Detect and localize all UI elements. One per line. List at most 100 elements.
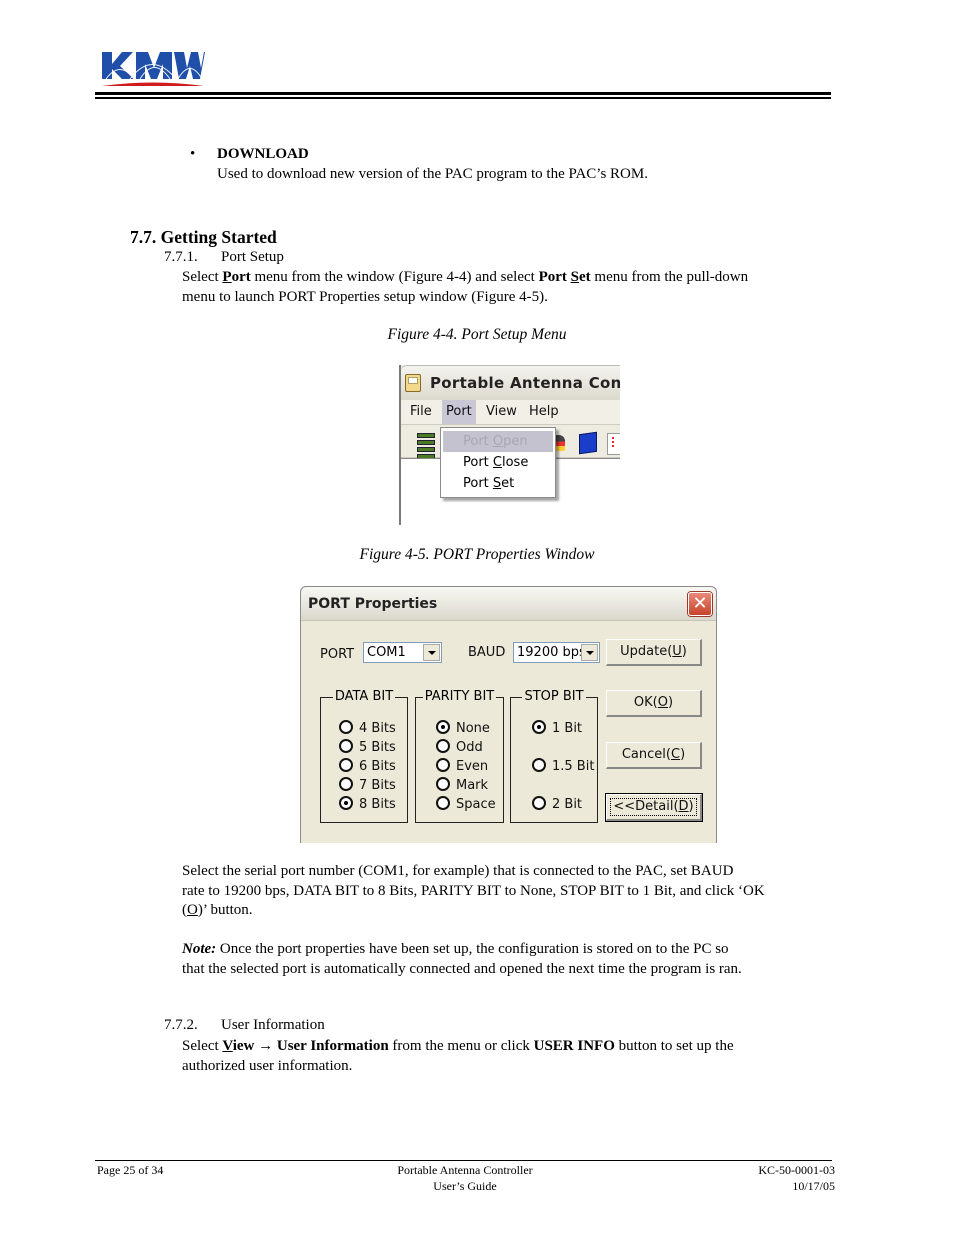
radio-button-selected[interactable] [532, 720, 546, 734]
radio-label: 1 Bit [552, 721, 583, 736]
radio-data-4-bits[interactable]: 4 Bits [339, 720, 396, 736]
menu-help[interactable]: Help [529, 404, 559, 419]
radio-data-7-bits[interactable]: 7 Bits [339, 777, 396, 793]
text: ) [681, 644, 687, 659]
port-label: PORT [320, 647, 355, 662]
text: STOP BIT [522, 689, 586, 704]
text: pen [503, 434, 528, 449]
radio-button[interactable] [436, 796, 450, 810]
mnemonic: O [657, 695, 668, 710]
radio-button-selected[interactable] [436, 720, 450, 734]
radio-data-6-bits[interactable]: 6 Bits [339, 758, 396, 774]
radio-button[interactable] [339, 777, 353, 791]
text: Select [182, 269, 223, 285]
text: et [579, 269, 591, 285]
figure-4-4-caption: Figure 4-4. Port Setup Menu [387, 326, 567, 343]
radio-label: 2 Bit [552, 797, 583, 812]
footer-doc-info: KC-50-0001-03 10/17/05 [758, 1162, 835, 1194]
menu-bar: File Port View Help [401, 400, 620, 425]
radio-data-5-bits[interactable]: 5 Bits [339, 739, 396, 755]
detail-button[interactable]: <<Detail(D) [605, 793, 703, 822]
section-heading: 7.7. Getting Started [130, 227, 277, 247]
mnemonic: C [670, 747, 681, 762]
port-setup-paragraph: Select Port menu from the window (Figure… [182, 268, 832, 307]
text: lose [501, 455, 529, 470]
radio-button[interactable] [339, 758, 353, 772]
radio-button[interactable] [532, 758, 546, 772]
kmw-logo [100, 48, 205, 88]
chart-icon[interactable] [607, 433, 620, 455]
menu-file[interactable]: File [410, 404, 432, 419]
text: rate to 19200 bps, DATA BIT to 8 Bits, P… [182, 882, 765, 899]
stop-bit-group: STOP BIT 1 Bit 1.5 Bit 2 Bit [510, 689, 598, 823]
layers-icon[interactable] [417, 433, 435, 459]
menu-item-port-set[interactable]: Port Set [443, 473, 553, 494]
text: Cancel( [621, 747, 671, 762]
menu-port[interactable]: Port [442, 400, 476, 424]
radio-stop-1-5-bit[interactable]: 1.5 Bit [532, 758, 594, 774]
close-icon[interactable]: ✕ [688, 592, 712, 616]
radio-label: 8 Bits [359, 797, 396, 812]
radio-stop-1-bit[interactable]: 1 Bit [532, 720, 582, 736]
radio-parity-even[interactable]: Even [436, 758, 488, 774]
radio-button[interactable] [436, 777, 450, 791]
menu-item-port-open: Port Open [443, 431, 553, 452]
text: menu to launch PORT Properties setup win… [182, 288, 548, 305]
radio-button-selected[interactable] [339, 796, 353, 810]
note-label: Note: [182, 941, 217, 957]
update-button[interactable]: Update(U) [606, 639, 702, 666]
text: from the menu or click [388, 1038, 534, 1054]
app-title-bar: Portable Antenna Contro [401, 365, 620, 400]
figure-4-4-port-setup-menu: Portable Antenna Contro File Port View H… [399, 365, 620, 525]
baud-select[interactable]: 19200 bps [513, 642, 600, 663]
text: authorized user information. [182, 1057, 353, 1074]
text: ) [680, 747, 686, 762]
text: that the selected port is automatically … [182, 960, 742, 977]
radio-data-8-bits[interactable]: 8 Bits [339, 796, 396, 812]
subsection-number: 7.7.1. [164, 249, 198, 265]
header-rule-thick [95, 92, 831, 95]
radio-button[interactable] [339, 720, 353, 734]
chevron-down-icon[interactable] [423, 644, 440, 661]
subsection-number: 7.7.2. [164, 1017, 198, 1033]
radio-parity-odd[interactable]: Odd [436, 739, 483, 755]
dialog-body: PORT COM1 BAUD 19200 bps Update(U) OK(O)… [301, 620, 716, 843]
dialog-title-bar: PORT Properties ✕ [301, 587, 716, 620]
text: ) [668, 695, 674, 710]
radio-parity-space[interactable]: Space [436, 796, 496, 812]
bullet-title: DOWNLOAD [217, 146, 309, 162]
radio-label: 4 Bits [359, 721, 396, 736]
ok-button[interactable]: OK(O) [606, 690, 702, 717]
text: et [501, 476, 515, 491]
arrow-right-icon: → [254, 1038, 277, 1054]
cancel-button[interactable]: Cancel(C) [606, 742, 702, 769]
subsection-heading-port-setup: 7.7.1. Port Setup [164, 249, 284, 266]
menu-item-port-close[interactable]: Port Close [443, 452, 553, 473]
user-info-button-ref: USER INFO [533, 1038, 615, 1054]
radio-label: Even [456, 759, 489, 774]
bullet-dot: • [190, 146, 196, 162]
radio-parity-none[interactable]: None [436, 720, 490, 736]
port-set-ref: Port Set [539, 269, 591, 285]
bullet-description: Used to download new version of the PAC … [217, 166, 648, 182]
radio-stop-2-bit[interactable]: 2 Bit [532, 796, 582, 812]
radio-label: None [456, 721, 490, 736]
menu-view[interactable]: View [486, 404, 517, 419]
parity-bit-label: PARITY BIT [416, 689, 503, 705]
computer-icon[interactable] [579, 431, 597, 455]
radio-button[interactable] [339, 739, 353, 753]
text: Update( [620, 644, 673, 659]
subsection-heading-user-information: 7.7.2. User Information [164, 1017, 325, 1034]
radio-label: 7 Bits [359, 778, 396, 793]
radio-label: 1.5 Bit [552, 759, 595, 774]
chevron-down-icon[interactable] [581, 644, 598, 661]
port-select[interactable]: COM1 [363, 642, 442, 663]
radio-button[interactable] [436, 739, 450, 753]
radio-button[interactable] [532, 796, 546, 810]
radio-button[interactable] [436, 758, 450, 772]
radio-parity-mark[interactable]: Mark [436, 777, 488, 793]
instructions-paragraph: Select the serial port number (COM1, for… [182, 862, 832, 921]
radio-label: Space [456, 797, 496, 812]
text: DATA BIT [332, 689, 396, 704]
text: User’s Guide [433, 1179, 497, 1193]
